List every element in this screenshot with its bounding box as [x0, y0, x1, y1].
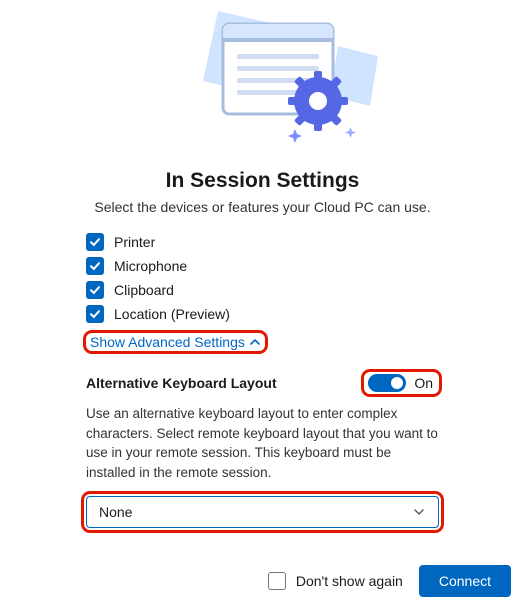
link-label: Show Advanced Settings: [90, 334, 245, 350]
keyboard-layout-select[interactable]: None: [86, 496, 439, 528]
feature-label: Location (Preview): [114, 306, 230, 322]
feature-printer[interactable]: Printer: [86, 233, 439, 251]
feature-clipboard[interactable]: Clipboard: [86, 281, 439, 299]
page-subtitle: Select the devices or features your Clou…: [0, 199, 525, 215]
connect-button[interactable]: Connect: [419, 565, 511, 597]
alt-keyboard-description: Use an alternative keyboard layout to en…: [86, 404, 439, 482]
checkbox-checked-icon: [86, 305, 104, 323]
alt-keyboard-toggle[interactable]: [368, 374, 406, 392]
chevron-up-icon: [249, 336, 261, 348]
alt-keyboard-heading: Alternative Keyboard Layout: [86, 375, 277, 391]
show-advanced-settings-link[interactable]: Show Advanced Settings: [86, 333, 265, 351]
feature-label: Microphone: [114, 258, 187, 274]
feature-location[interactable]: Location (Preview): [86, 305, 439, 323]
select-value: None: [99, 504, 132, 520]
toggle-knob: [391, 377, 403, 389]
feature-microphone[interactable]: Microphone: [86, 257, 439, 275]
settings-window-illustration: [123, 6, 403, 156]
toggle-state-label: On: [414, 375, 433, 391]
chevron-down-icon: [412, 505, 426, 519]
dont-show-again-checkbox[interactable]: Don't show again: [268, 572, 403, 590]
checkbox-label: Don't show again: [296, 573, 403, 589]
checkbox-checked-icon: [86, 233, 104, 251]
checkbox-checked-icon: [86, 281, 104, 299]
page-title: In Session Settings: [0, 169, 525, 193]
checkbox-checked-icon: [86, 257, 104, 275]
hero-illustration: [0, 0, 525, 155]
feature-label: Clipboard: [114, 282, 174, 298]
checkbox-unchecked-icon: [268, 572, 286, 590]
feature-label: Printer: [114, 234, 155, 250]
